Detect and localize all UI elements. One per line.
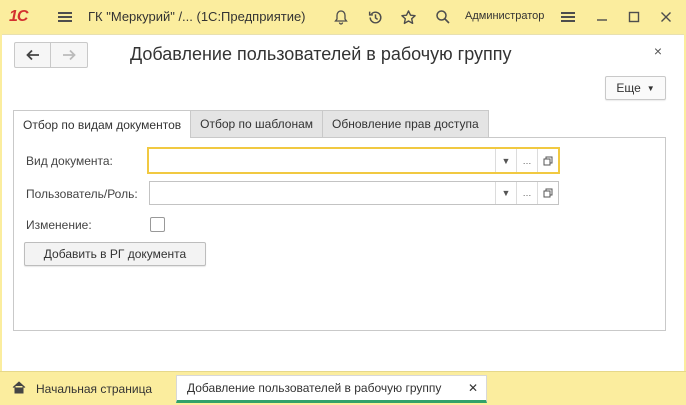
settings-icon[interactable] — [558, 7, 578, 27]
bell-icon[interactable] — [331, 7, 351, 27]
user-name[interactable]: Администратор — [465, 10, 544, 22]
user-role-input[interactable] — [150, 182, 495, 204]
doc-type-field[interactable]: ▼ … — [147, 147, 560, 174]
user-role-field[interactable]: ▼ … — [149, 181, 559, 205]
star-icon[interactable] — [398, 7, 418, 27]
home-tab-label: Начальная страница — [36, 382, 153, 396]
change-label: Изменение: — [26, 218, 92, 232]
close-icon[interactable] — [656, 7, 676, 27]
minimize-icon[interactable] — [592, 7, 612, 27]
change-checkbox[interactable] — [150, 217, 165, 232]
page-title: Добавление пользователей в рабочую групп… — [130, 44, 512, 64]
more-button-label: Еще — [616, 81, 641, 95]
tab-templates[interactable]: Отбор по шаблонам — [190, 110, 324, 137]
menu-icon[interactable] — [55, 7, 75, 27]
app-titlebar: 1С ГК "Меркурий" /... (1С:Предприятие) А… — [0, 0, 686, 34]
app-logo: 1С — [9, 8, 28, 25]
add-to-workgroup-button[interactable]: Добавить в РГ документа — [24, 242, 206, 266]
search-icon[interactable] — [433, 7, 453, 27]
tab-doc-types[interactable]: Отбор по видам документов — [13, 110, 192, 138]
chevron-down-icon: ▼ — [646, 83, 655, 93]
history-icon[interactable] — [365, 7, 385, 27]
maximize-icon[interactable] — [624, 7, 644, 27]
more-button[interactable]: Еще ▼ — [605, 76, 666, 100]
home-tab[interactable]: Начальная страница — [12, 375, 152, 403]
add-to-workgroup-label: Добавить в РГ документа — [43, 247, 187, 261]
dropdown-icon[interactable]: ▼ — [495, 149, 516, 172]
tab-access-update[interactable]: Обновление прав доступа — [322, 110, 489, 137]
tab-close-icon[interactable]: ✕ — [468, 381, 478, 395]
window-taskbar: Начальная страница Добавление пользовате… — [0, 371, 686, 405]
doc-tab-label: Добавление пользователей в рабочую групп… — [187, 381, 442, 395]
home-icon — [12, 381, 26, 397]
doc-tab[interactable]: Добавление пользователей в рабочую групп… — [176, 375, 487, 403]
nav-buttons — [14, 42, 88, 68]
open-icon[interactable] — [537, 182, 558, 204]
open-icon[interactable] — [537, 149, 558, 172]
app-title: ГК "Меркурий" /... (1С:Предприятие) — [88, 9, 306, 24]
tab-strip: Отбор по видам документов Отбор по шабло… — [13, 110, 489, 138]
form-window: Добавление пользователей в рабочую групп… — [2, 34, 684, 371]
doc-type-input[interactable] — [149, 149, 495, 172]
tab-panel: Вид документа: ▼ … Пользователь/Роль: ▼ … — [13, 137, 666, 331]
form-close-icon[interactable]: × — [654, 43, 662, 59]
user-role-label: Пользователь/Роль: — [26, 187, 138, 201]
back-arrow-icon[interactable] — [15, 43, 52, 67]
doc-type-label: Вид документа: — [26, 154, 113, 168]
ellipsis-icon[interactable]: … — [516, 182, 537, 204]
ellipsis-icon[interactable]: … — [516, 149, 537, 172]
forward-arrow-icon[interactable] — [51, 43, 87, 67]
dropdown-icon[interactable]: ▼ — [495, 182, 516, 204]
